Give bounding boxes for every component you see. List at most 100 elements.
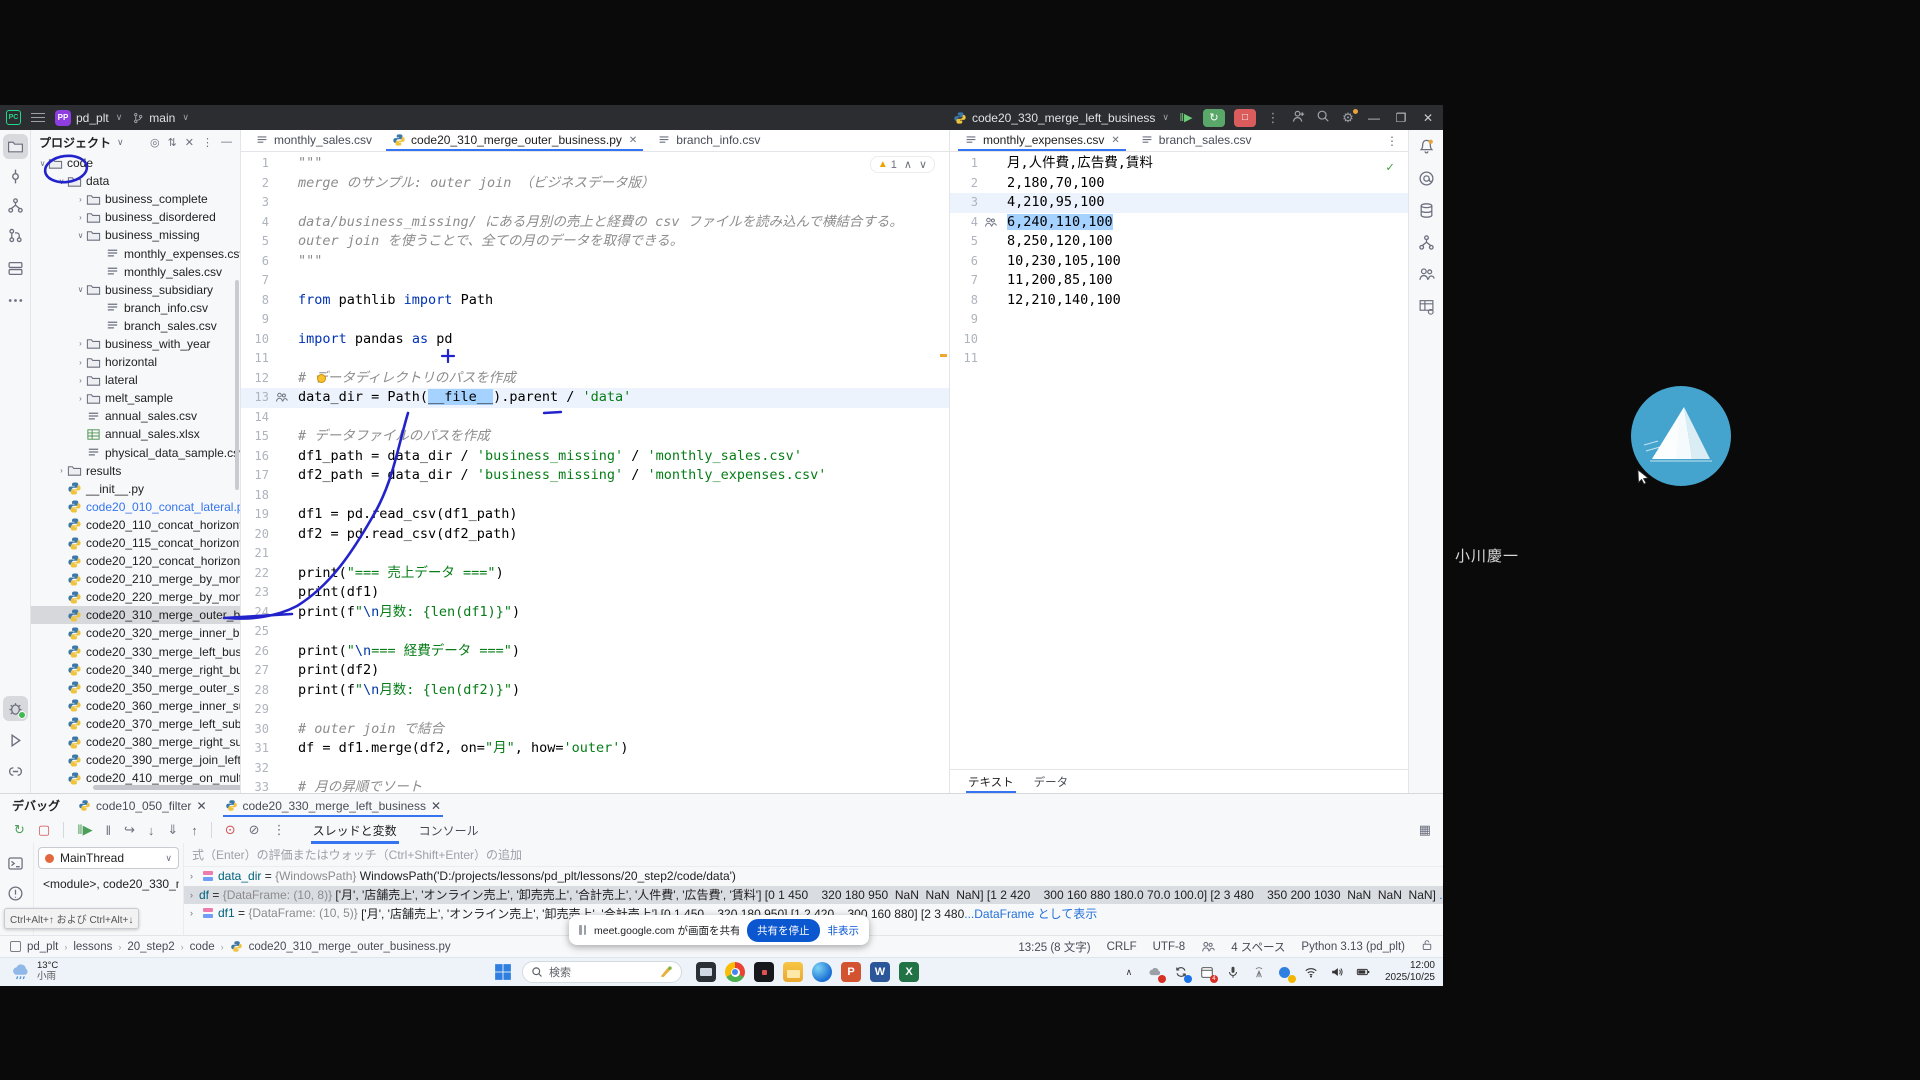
resume-program-icon[interactable]: ‖▶ bbox=[1178, 111, 1194, 124]
excel-app-icon[interactable]: X bbox=[899, 962, 919, 982]
warning-stripe-mark[interactable] bbox=[940, 354, 947, 357]
tree-item-business_complete[interactable]: ›business_complete bbox=[31, 190, 240, 208]
meet-app-icon[interactable] bbox=[754, 962, 774, 982]
code-line-22[interactable]: 22print("=== 売上データ ===") bbox=[241, 564, 949, 584]
tree-item-branch_info.csv[interactable]: branch_info.csv bbox=[31, 299, 240, 317]
csv-line-1[interactable]: 1月,人件費,広告費,賃料 bbox=[950, 154, 1408, 174]
tree-item-branch_sales.csv[interactable]: branch_sales.csv bbox=[31, 317, 240, 335]
close-tab-icon[interactable]: ✕ bbox=[1111, 135, 1119, 146]
csv-line-9[interactable]: 9 bbox=[950, 310, 1408, 330]
pause-icon[interactable]: ‖ bbox=[106, 823, 111, 838]
code-line-19[interactable]: 19df1 = pd.read_csv(df1_path) bbox=[241, 505, 949, 525]
sci-view-icon[interactable] bbox=[1414, 294, 1439, 319]
notifications-icon[interactable] bbox=[1414, 134, 1439, 159]
debug-view-tab-コンソール[interactable]: コンソール bbox=[415, 819, 483, 842]
chevron-right-icon[interactable]: › bbox=[75, 394, 86, 403]
csv-line-11[interactable]: 11 bbox=[950, 349, 1408, 369]
csv-line-7[interactable]: 711,200,85,100 bbox=[950, 271, 1408, 291]
variable-row-df[interactable]: ›df = {DataFrame: (10, 8)} ['月', '店舗売上',… bbox=[184, 886, 1443, 905]
tree-item-code20_120_concat_horizontal_ng.py[interactable]: code20_120_concat_horizontal_ng.py bbox=[31, 552, 240, 570]
project-folder-icon[interactable] bbox=[3, 134, 28, 159]
code-line-10[interactable]: 10import pandas as pd bbox=[241, 330, 949, 350]
dependencies-icon[interactable] bbox=[1414, 230, 1439, 255]
expand-variable-icon[interactable]: › bbox=[190, 908, 202, 918]
editor-tab-branch_info.csv[interactable]: branch_info.csv bbox=[647, 129, 770, 151]
add-user-icon[interactable] bbox=[1290, 109, 1306, 127]
tray-expand-icon[interactable]: ∧ bbox=[1121, 964, 1137, 980]
expand-all-icon[interactable]: ⇅ bbox=[168, 136, 177, 149]
code-editor[interactable]: 1"""2merge のサンプル: outer join （ビジネスデータ版）3… bbox=[241, 152, 949, 793]
tree-item-code20_010_concat_lateral.py[interactable]: code20_010_concat_lateral.py bbox=[31, 498, 240, 516]
debug-tab-code10_050_filter[interactable]: code10_050_filter✕ bbox=[74, 794, 210, 817]
tree-vertical-scrollbar[interactable] bbox=[235, 280, 239, 490]
more-actions-icon[interactable]: ⋮ bbox=[1265, 110, 1281, 126]
variable-row-data_dir[interactable]: ›data_dir = {WindowsPath} WindowsPath('D… bbox=[184, 867, 1443, 886]
wifi-icon[interactable] bbox=[1303, 964, 1319, 980]
layout-settings-icon[interactable]: ▦ bbox=[1419, 822, 1431, 838]
view-as-dataframe-link[interactable]: ...DataFrame として表示 bbox=[964, 905, 1097, 922]
code-line-14[interactable]: 14 bbox=[241, 408, 949, 428]
code-line-20[interactable]: 20df2 = pd.read_csv(df2_path) bbox=[241, 525, 949, 545]
csv-line-4[interactable]: 46,240,110,100 bbox=[950, 213, 1408, 233]
csv-line-10[interactable]: 10 bbox=[950, 330, 1408, 350]
breadcrumb[interactable]: pd_plt ›lessons›20_step2›code › code20_3… bbox=[10, 940, 451, 953]
calendar-icon[interactable]: 4 bbox=[1199, 964, 1215, 980]
word-app-icon[interactable]: W bbox=[870, 962, 890, 982]
code-line-3[interactable]: 3 bbox=[241, 193, 949, 213]
structure-icon[interactable] bbox=[3, 256, 28, 281]
stop-debug-icon[interactable]: ▢ bbox=[38, 822, 50, 838]
onedrive-icon[interactable] bbox=[1147, 964, 1163, 980]
database-icon[interactable] bbox=[1414, 198, 1439, 223]
chevron-down-icon[interactable]: ∨ bbox=[117, 137, 124, 148]
microphone-icon[interactable] bbox=[1225, 964, 1241, 980]
code-line-9[interactable]: 9 bbox=[241, 310, 949, 330]
project-selector[interactable]: PP pd_plt ∨ bbox=[55, 110, 122, 126]
explorer-app-icon[interactable] bbox=[783, 962, 803, 982]
csv-line-2[interactable]: 22,180,70,100 bbox=[950, 174, 1408, 194]
code-line-5[interactable]: 5outer join を使うことで、全ての月のデータを取得できる。 bbox=[241, 232, 949, 252]
code-line-28[interactable]: 28print(f"\n月数: {len(df2)}") bbox=[241, 681, 949, 701]
status-item[interactable]: 13:25 (8 文字) bbox=[1018, 939, 1090, 955]
windows-start-button[interactable] bbox=[494, 963, 512, 981]
tree-item-business_subsidiary[interactable]: ∨business_subsidiary bbox=[31, 281, 240, 299]
code-line-32[interactable]: 32 bbox=[241, 759, 949, 779]
code-line-7[interactable]: 7 bbox=[241, 271, 949, 291]
collab-gutter-icon[interactable] bbox=[984, 216, 997, 229]
code-line-29[interactable]: 29 bbox=[241, 700, 949, 720]
debug-tab-code20_330_merge_left_business[interactable]: code20_330_merge_left_business✕ bbox=[221, 794, 446, 817]
monitor-app-icon[interactable] bbox=[696, 962, 716, 982]
battery-icon[interactable] bbox=[1355, 964, 1371, 980]
powerpoint-app-icon[interactable]: P bbox=[841, 962, 861, 982]
code-line-25[interactable]: 25 bbox=[241, 622, 949, 642]
csv-tab-options-icon[interactable]: ⋮ bbox=[1386, 134, 1398, 148]
code-line-8[interactable]: 8from pathlib import Path bbox=[241, 291, 949, 311]
tree-item-code20_380_merge_right_subsidiary.py[interactable]: code20_380_merge_right_subsidiary.py bbox=[31, 733, 240, 751]
csv-line-6[interactable]: 610,230,105,100 bbox=[950, 252, 1408, 272]
taskbar-search-input[interactable]: 検索 bbox=[522, 961, 682, 983]
tree-horizontal-scrollbar[interactable] bbox=[93, 785, 241, 790]
tree-item-horizontal[interactable]: ›horizontal bbox=[31, 353, 240, 371]
search-everywhere-icon[interactable] bbox=[1315, 109, 1331, 126]
breadcrumb-file[interactable]: code20_310_merge_outer_business.py bbox=[249, 941, 451, 953]
expand-variable-icon[interactable]: › bbox=[190, 871, 202, 881]
panel-options-icon[interactable]: ⋮ bbox=[202, 136, 213, 149]
antenna-icon[interactable] bbox=[1251, 964, 1267, 980]
tree-item-code[interactable]: ∨code bbox=[31, 154, 240, 172]
code-line-33[interactable]: 33# 月の昇順でソート bbox=[241, 778, 949, 793]
chevron-down-icon[interactable]: ∨ bbox=[75, 231, 86, 240]
bluetooth-status-icon[interactable] bbox=[1277, 964, 1293, 980]
rerun-button[interactable]: ↻ bbox=[1203, 109, 1225, 127]
weather-widget[interactable]: 13°C小雨 bbox=[10, 961, 58, 983]
breadcrumb-item[interactable]: 20_step2 bbox=[127, 941, 174, 953]
code-line-13[interactable]: 13data_dir = Path(__file__).parent / 'da… bbox=[241, 388, 949, 408]
chevron-right-icon[interactable]: › bbox=[75, 213, 86, 222]
tree-item-annual_sales.xlsx[interactable]: annual_sales.xlsx bbox=[31, 425, 240, 443]
python-console-icon[interactable] bbox=[3, 759, 28, 784]
meet-hide-button[interactable]: 非表示 bbox=[828, 923, 860, 938]
collab-status-icon[interactable] bbox=[1201, 940, 1215, 954]
tree-item-melt_sample[interactable]: ›melt_sample bbox=[31, 389, 240, 407]
view-breakpoints-icon[interactable]: ⊙ bbox=[225, 822, 236, 838]
branch-selector[interactable]: main ∨ bbox=[132, 111, 189, 125]
tree-item-code20_320_merge_inner_business.py[interactable]: code20_320_merge_inner_business.py bbox=[31, 624, 240, 642]
chevron-right-icon[interactable]: › bbox=[75, 358, 86, 367]
